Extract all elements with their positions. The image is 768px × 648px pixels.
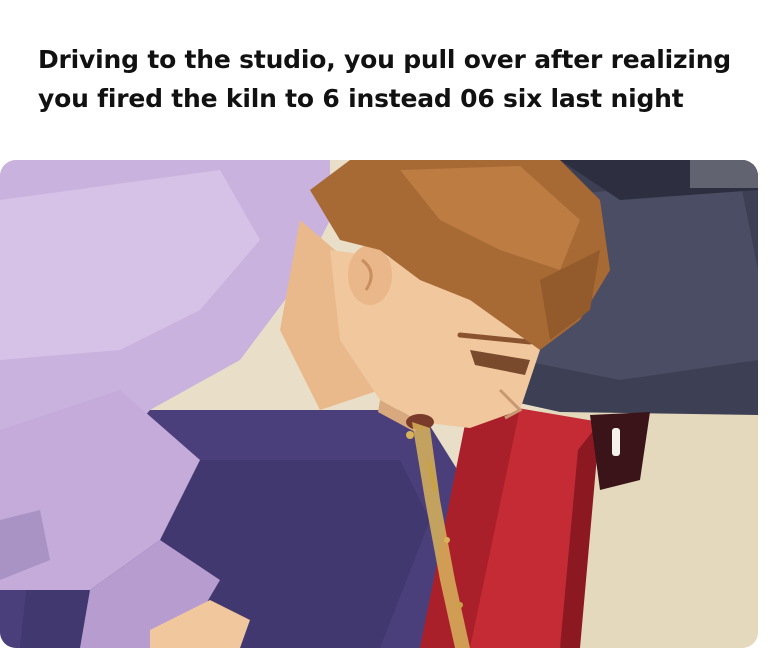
vomit-drop xyxy=(406,431,414,439)
man-vomiting-beside-car-illustration xyxy=(0,160,758,648)
tire-highlight xyxy=(690,160,758,188)
meme-caption: Driving to the studio, you pull over aft… xyxy=(38,40,748,118)
caption-line-2: you fired the kiln to 6 instead 06 six l… xyxy=(38,84,684,113)
caption-line-1: Driving to the studio, you pull over aft… xyxy=(38,45,731,74)
illustration-canvas xyxy=(0,160,758,648)
vomit-drop xyxy=(457,602,463,608)
reflector xyxy=(612,428,620,456)
vomit-drop xyxy=(444,537,450,543)
